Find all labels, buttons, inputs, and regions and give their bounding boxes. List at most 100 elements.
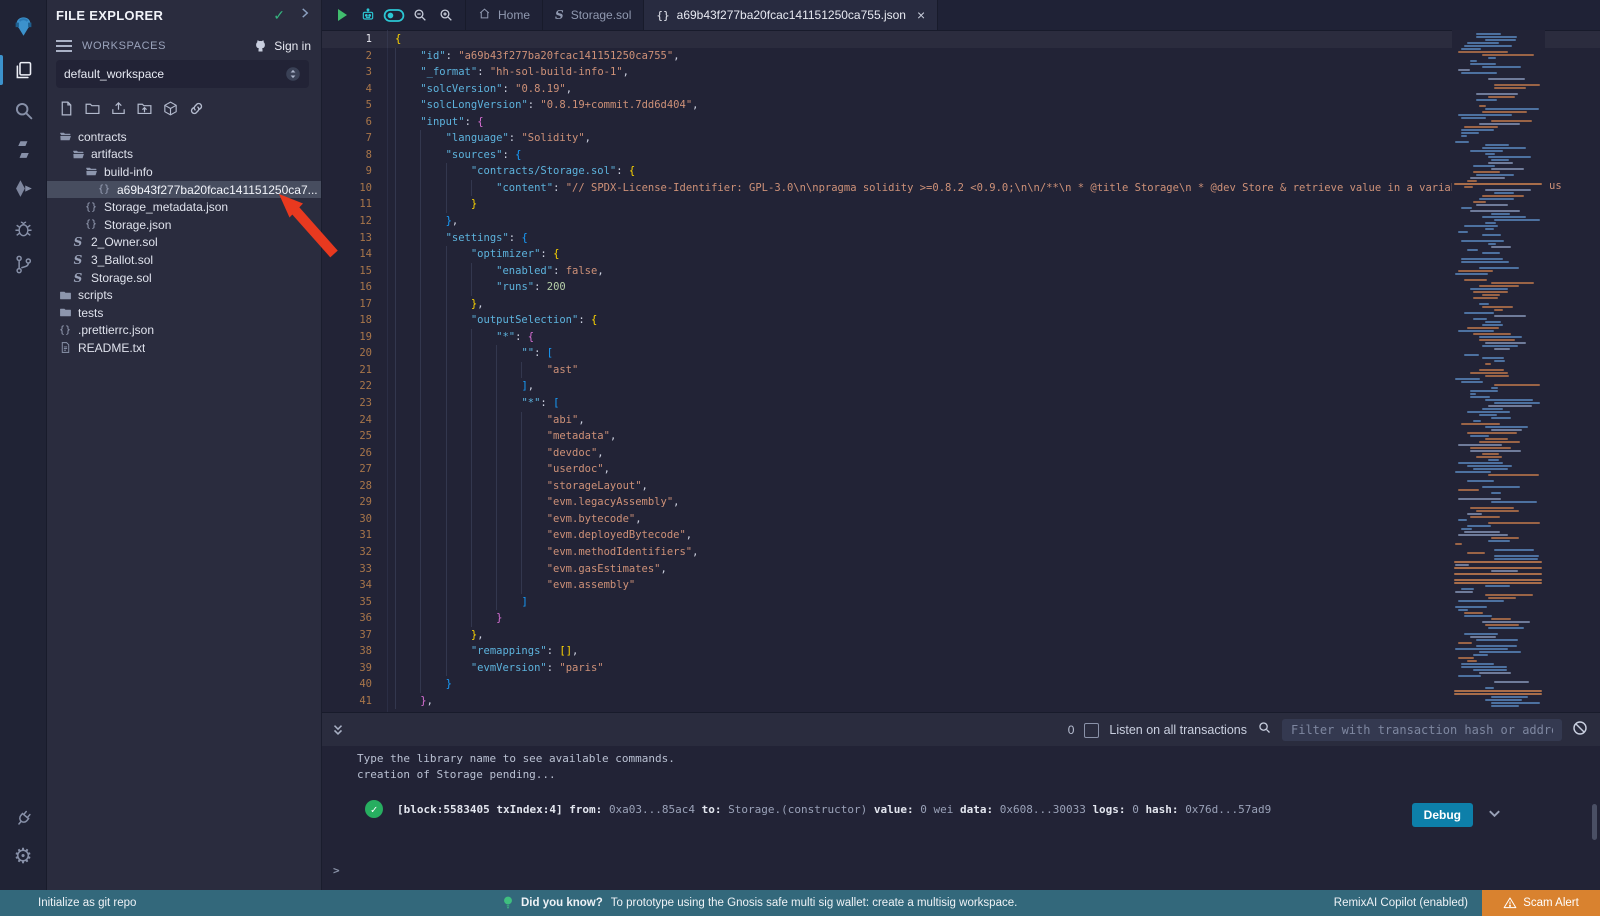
minimap-row [1494, 555, 1539, 557]
indent-guide [521, 362, 522, 379]
tab-home[interactable]: Home [465, 0, 543, 30]
upload-folder-icon[interactable] [136, 100, 153, 117]
line-number: 10 [321, 180, 372, 197]
file-tree-item[interactable]: S2_Owner.sol [46, 234, 321, 252]
file-tree-item[interactable]: build-info [46, 163, 321, 181]
indent-guide [395, 345, 396, 362]
copilot-toggle[interactable] [381, 0, 407, 30]
new-folder-icon[interactable] [84, 100, 101, 117]
code-editor[interactable]: 1{2 "id": "a69b43f277ba20fcac141151250ca… [321, 30, 1600, 712]
indent-guide [496, 511, 497, 528]
file-tree-item[interactable]: artifacts [46, 146, 321, 164]
json-file-icon: {} [656, 8, 669, 22]
json-file-icon: {} [97, 183, 111, 197]
file-tree-item[interactable]: {}Storage.json [46, 216, 321, 234]
publish-ipfs-icon[interactable] [162, 100, 179, 117]
indent-guide [496, 395, 497, 412]
file-tree-item[interactable]: scripts [46, 286, 321, 304]
minimap-row [1476, 456, 1502, 458]
indent-guide [521, 577, 522, 594]
link-icon[interactable] [188, 100, 205, 117]
minimap-row [1491, 501, 1537, 503]
tab-label: a69b43f277ba20fcac141151250ca755.json [677, 8, 906, 22]
clear-terminal-icon[interactable] [1572, 720, 1588, 741]
line-number: 19 [321, 329, 372, 346]
debug-button[interactable]: Debug [1412, 803, 1473, 827]
minimap-row [1485, 624, 1519, 626]
transaction-filter-input[interactable] [1282, 719, 1562, 741]
solidity-compiler-icon[interactable] [0, 131, 46, 167]
file-tree-item[interactable]: {}Storage_metadata.json [46, 198, 321, 216]
minimap-row [1488, 522, 1540, 524]
tx-expand-chevron-icon[interactable] [1487, 806, 1502, 824]
transaction-row[interactable]: ✓ [block:5583405 txIndex:4] from: 0xa03.… [365, 800, 1271, 818]
zoom-in-icon[interactable] [433, 0, 459, 30]
chevron-right-icon[interactable] [299, 6, 311, 24]
terminal-prompt[interactable]: > [333, 864, 340, 877]
minimap-row [1491, 696, 1528, 698]
minimap-row [1467, 327, 1499, 329]
indent-guide [395, 511, 396, 528]
zoom-out-icon[interactable] [407, 0, 433, 30]
line-number: 32 [321, 544, 372, 561]
minimap[interactable] [1452, 30, 1545, 712]
file-tree-item[interactable]: contracts [46, 128, 321, 146]
file-name: scripts [78, 288, 113, 302]
indent-guide [446, 627, 447, 644]
git-icon[interactable] [0, 246, 46, 282]
indent-guide [446, 610, 447, 627]
remix-ai-robot-icon[interactable] [355, 0, 381, 30]
indent-guide [446, 395, 447, 412]
minimap-row [1485, 108, 1539, 110]
workspace-dropdown-icon [285, 66, 301, 82]
indent-guide [496, 478, 497, 495]
tab-label: Home [498, 8, 530, 22]
file-tree-item[interactable]: README.txt [46, 339, 321, 357]
run-script-button[interactable] [329, 0, 355, 30]
minimap-row [1488, 162, 1513, 164]
minimap-row [1494, 558, 1538, 560]
minimap-row [1458, 642, 1472, 644]
file-explorer-icon[interactable] [0, 52, 46, 88]
github-sign-in-button[interactable]: Sign in [253, 39, 311, 54]
minimap-row [1461, 261, 1509, 263]
indent-guide [446, 594, 447, 611]
new-file-icon[interactable] [58, 100, 75, 117]
debugger-icon[interactable] [0, 210, 46, 246]
upload-file-icon[interactable] [110, 100, 127, 117]
tab-a69b43f277ba20fcac141151250ca755-json[interactable]: {} a69b43f277ba20fcac141151250ca755.json × [644, 0, 938, 30]
plugin-manager-icon[interactable] [0, 800, 46, 836]
close-tab-icon[interactable]: × [917, 7, 925, 23]
indent-guide [395, 230, 396, 247]
git-init-link[interactable]: Initialize as git repo [38, 897, 136, 909]
minimap-row [1479, 285, 1519, 287]
file-tree-item[interactable]: S3_Ballot.sol [46, 251, 321, 269]
search-icon[interactable] [0, 92, 46, 128]
deploy-run-icon[interactable] [0, 170, 46, 206]
file-tree-item[interactable]: {}.prettierrc.json [46, 322, 321, 340]
minimap-row [1464, 225, 1498, 227]
listen-checkbox[interactable] [1084, 723, 1099, 738]
file-tree-item-selected[interactable]: {}a69b43f277ba20fcac141151250ca7... [46, 181, 321, 199]
editor-line: 39 "evmVersion": "paris" [321, 660, 1600, 677]
remix-logo-icon[interactable] [0, 8, 46, 44]
editor-line: 10 "content": "// SPDX-License-Identifie… [321, 180, 1600, 197]
terminal-scrollbar[interactable] [1592, 804, 1597, 840]
indent-guide [395, 296, 396, 313]
workspace-selector[interactable]: default_workspace [56, 60, 309, 88]
settings-icon[interactable]: ⚙ [0, 838, 46, 874]
tab-storage-sol[interactable]: SStorage.sol [543, 0, 644, 30]
terminal-output[interactable]: Type the library name to see available c… [321, 746, 1600, 890]
line-number: 20 [321, 345, 372, 362]
scam-alert-badge[interactable]: Scam Alert [1482, 890, 1600, 916]
file-tree-item[interactable]: SStorage.sol [46, 269, 321, 287]
minimap-row [1458, 462, 1503, 464]
indent-guide [471, 378, 472, 395]
file-tree-item[interactable]: tests [46, 304, 321, 322]
terminal-collapse-icon[interactable] [331, 723, 345, 737]
editor-line: 1{ [321, 31, 1600, 48]
minimap-row [1479, 414, 1497, 416]
minimap-row [1491, 120, 1532, 122]
copilot-status[interactable]: RemixAI Copilot (enabled) [1334, 897, 1468, 909]
workspaces-menu-icon[interactable] [56, 40, 72, 52]
